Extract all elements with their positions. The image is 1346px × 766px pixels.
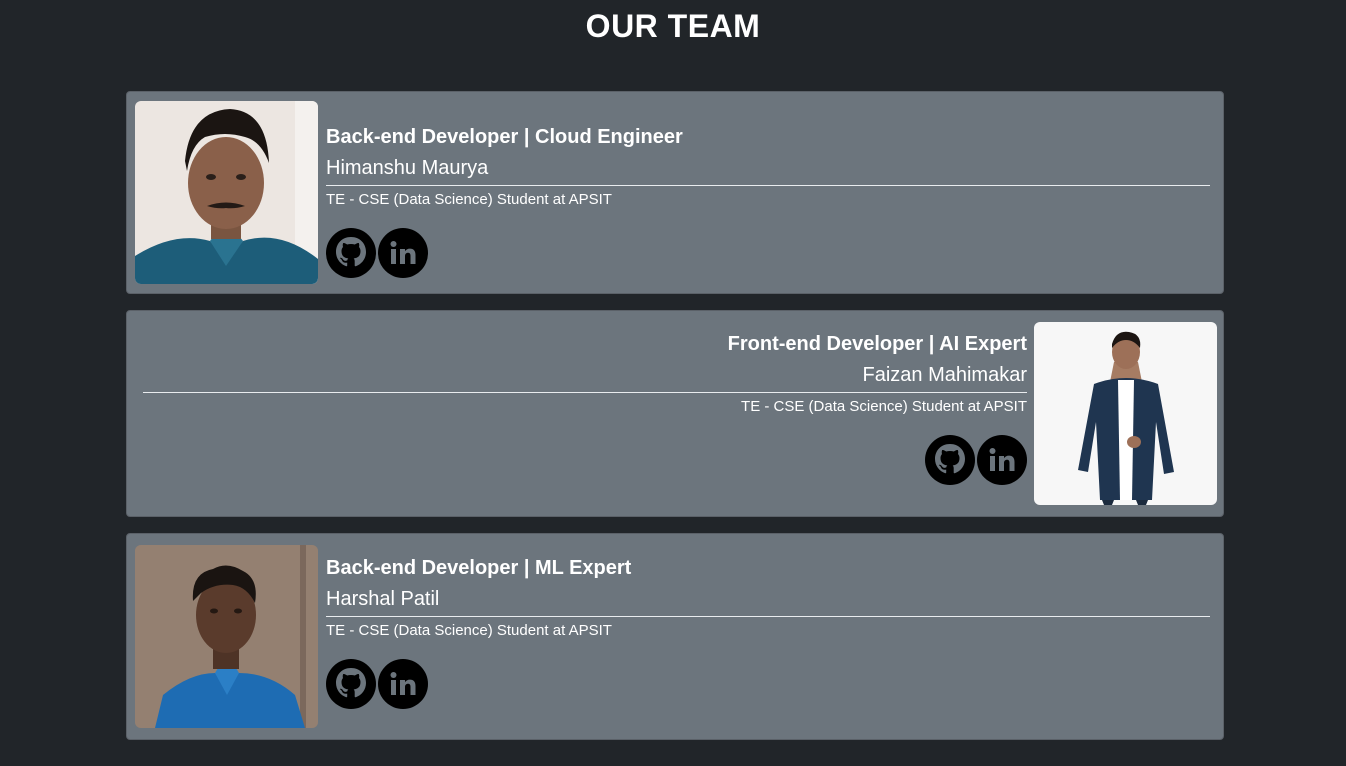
team-member-card: Front-end Developer | AI Expert Faizan M… [126,310,1224,517]
linkedin-icon[interactable] [378,228,428,278]
linkedin-icon[interactable] [378,659,428,709]
member-role: Back-end Developer | Cloud Engineer [326,126,683,148]
member-info: Back-end Developer | Cloud Engineer Hima… [326,125,1210,278]
member-photo [135,545,318,728]
divider [326,616,1210,617]
member-name: Harshal Patil [326,588,440,610]
member-role: Front-end Developer | AI Expert [727,333,1027,355]
member-education: TE - CSE (Data Science) Student at APSIT [326,622,612,639]
member-name: Himanshu Maurya [326,157,489,179]
social-links [326,228,1210,278]
divider [326,185,1210,186]
linkedin-icon[interactable] [977,435,1027,485]
github-icon[interactable] [326,659,376,709]
team-member-card: Back-end Developer | Cloud Engineer Hima… [126,91,1224,294]
social-links [143,435,1027,485]
member-education: TE - CSE (Data Science) Student at APSIT [741,398,1027,415]
member-photo [1034,322,1217,505]
github-icon[interactable] [925,435,975,485]
member-info: Front-end Developer | AI Expert Faizan M… [143,332,1027,485]
github-icon[interactable] [326,228,376,278]
member-info: Back-end Developer | ML Expert Harshal P… [326,556,1210,709]
member-education: TE - CSE (Data Science) Student at APSIT [326,191,612,208]
member-name: Faizan Mahimakar [862,364,1027,386]
page-title: OUR TEAM [585,8,761,44]
member-photo [135,101,318,284]
member-role: Back-end Developer | ML Expert [326,557,632,579]
team-member-card: Back-end Developer | ML Expert Harshal P… [126,533,1224,740]
social-links [326,659,1210,709]
divider [143,392,1027,393]
